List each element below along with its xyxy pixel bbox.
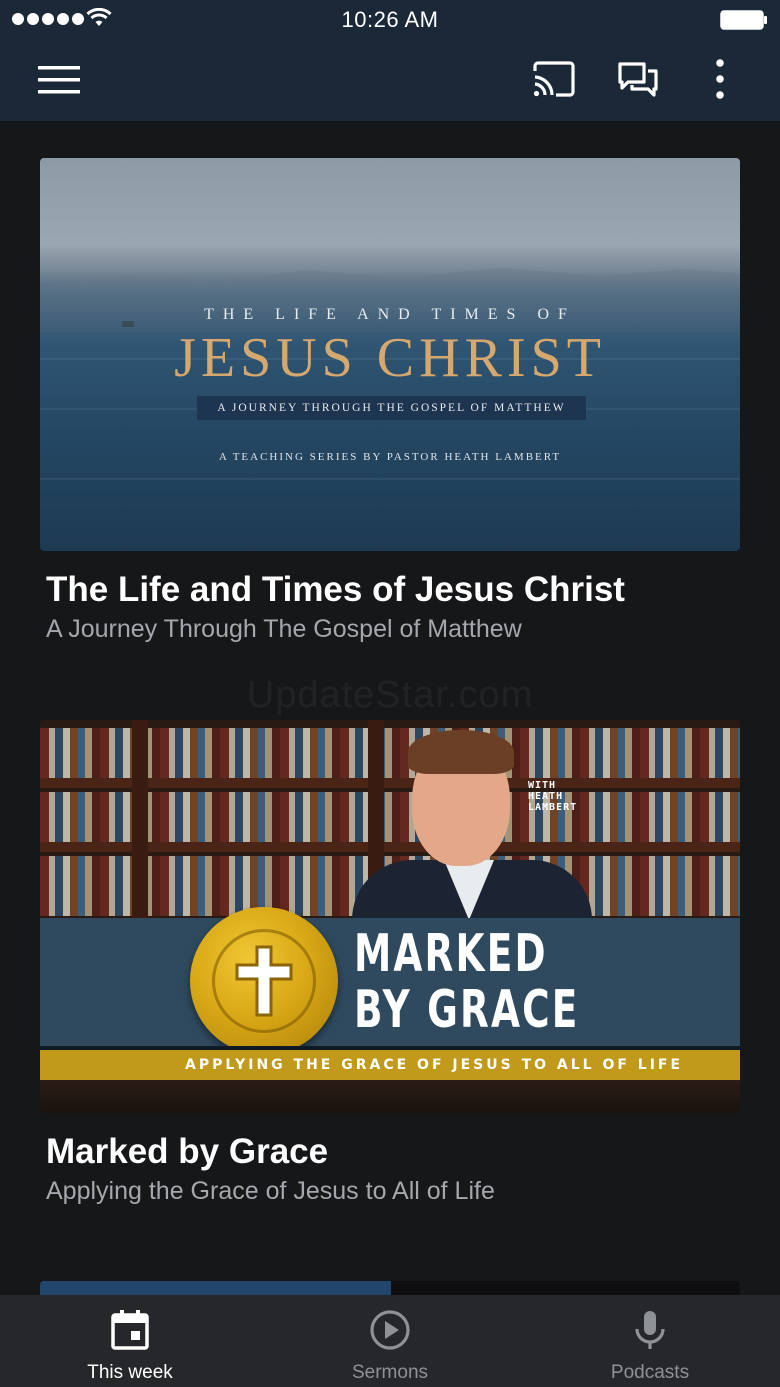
play-circle-icon [370,1310,410,1350]
status-bar: 10:26 AM [0,0,780,40]
artwork-band-text: APPLYING THE GRACE OF JESUS TO ALL OF LI… [185,1057,684,1073]
series-subtitle: A Journey Through The Gospel of Matthew [46,615,522,643]
chat-icon [618,62,658,97]
speaker-photo [352,730,612,950]
artwork-pre-title: THE LIFE AND TIMES OF [204,306,576,323]
artwork-band-text: A JOURNEY THROUGH THE GOSPEL OF MATTHEW [217,402,566,414]
tab-label: This week [87,1362,173,1383]
menu-button[interactable] [30,58,88,102]
series-artwork-life-and-times[interactable]: THE LIFE AND TIMES OF JESUS CHRIST A JOU… [40,158,740,551]
cross-seal-icon [190,907,338,1055]
microphone-icon [635,1311,665,1349]
battery-icon [720,9,768,36]
artwork-band: APPLYING THE GRACE OF JESUS TO ALL OF LI… [40,1050,740,1080]
tab-label: Podcasts [610,1362,690,1383]
more-options-button[interactable] [702,56,738,102]
tab-label: Sermons [351,1362,429,1383]
artwork-with-label: WITH HEATH LAMBERT [528,780,578,813]
cast-button[interactable] [526,56,582,102]
artwork-band: A JOURNEY THROUGH THE GOSPEL OF MATTHEW [197,396,586,420]
artwork-main-title: MARKED BY GRACE [354,924,580,1040]
chat-button[interactable] [610,56,666,102]
series-card-life-and-times[interactable]: THE LIFE AND TIMES OF JESUS CHRIST A JOU… [40,158,740,643]
artwork-footer-text: A TEACHING SERIES BY PASTOR HEATH LAMBER… [218,451,562,463]
artwork-main-title: JESUS CHRIST [174,327,606,389]
menu-icon [38,66,80,94]
tab-podcasts[interactable]: Podcasts [520,1295,780,1387]
series-title[interactable]: The Life and Times of Jesus Christ [46,570,625,610]
tab-sermons[interactable]: Sermons [260,1295,520,1387]
watermark: UpdateStar.com [246,674,534,716]
calendar-icon [111,1310,149,1350]
series-artwork-marked-by-grace[interactable]: WITH HEATH LAMBERT MARKED BY GRACE APPLYING… [40,720,740,1113]
bottom-tab-bar: This week Sermons Podcasts [0,1295,780,1387]
tab-this-week[interactable]: This week [0,1295,260,1387]
app-bar [0,40,780,121]
series-title[interactable]: Marked by Grace [46,1132,328,1172]
series-card-marked-by-grace[interactable]: WITH HEATH LAMBERT MARKED BY GRACE APPLYING… [40,720,740,1205]
cast-icon [533,61,575,97]
series-subtitle: Applying the Grace of Jesus to All of Li… [46,1177,495,1205]
status-time: 10:26 AM [341,7,439,32]
more-vertical-icon [716,59,724,99]
